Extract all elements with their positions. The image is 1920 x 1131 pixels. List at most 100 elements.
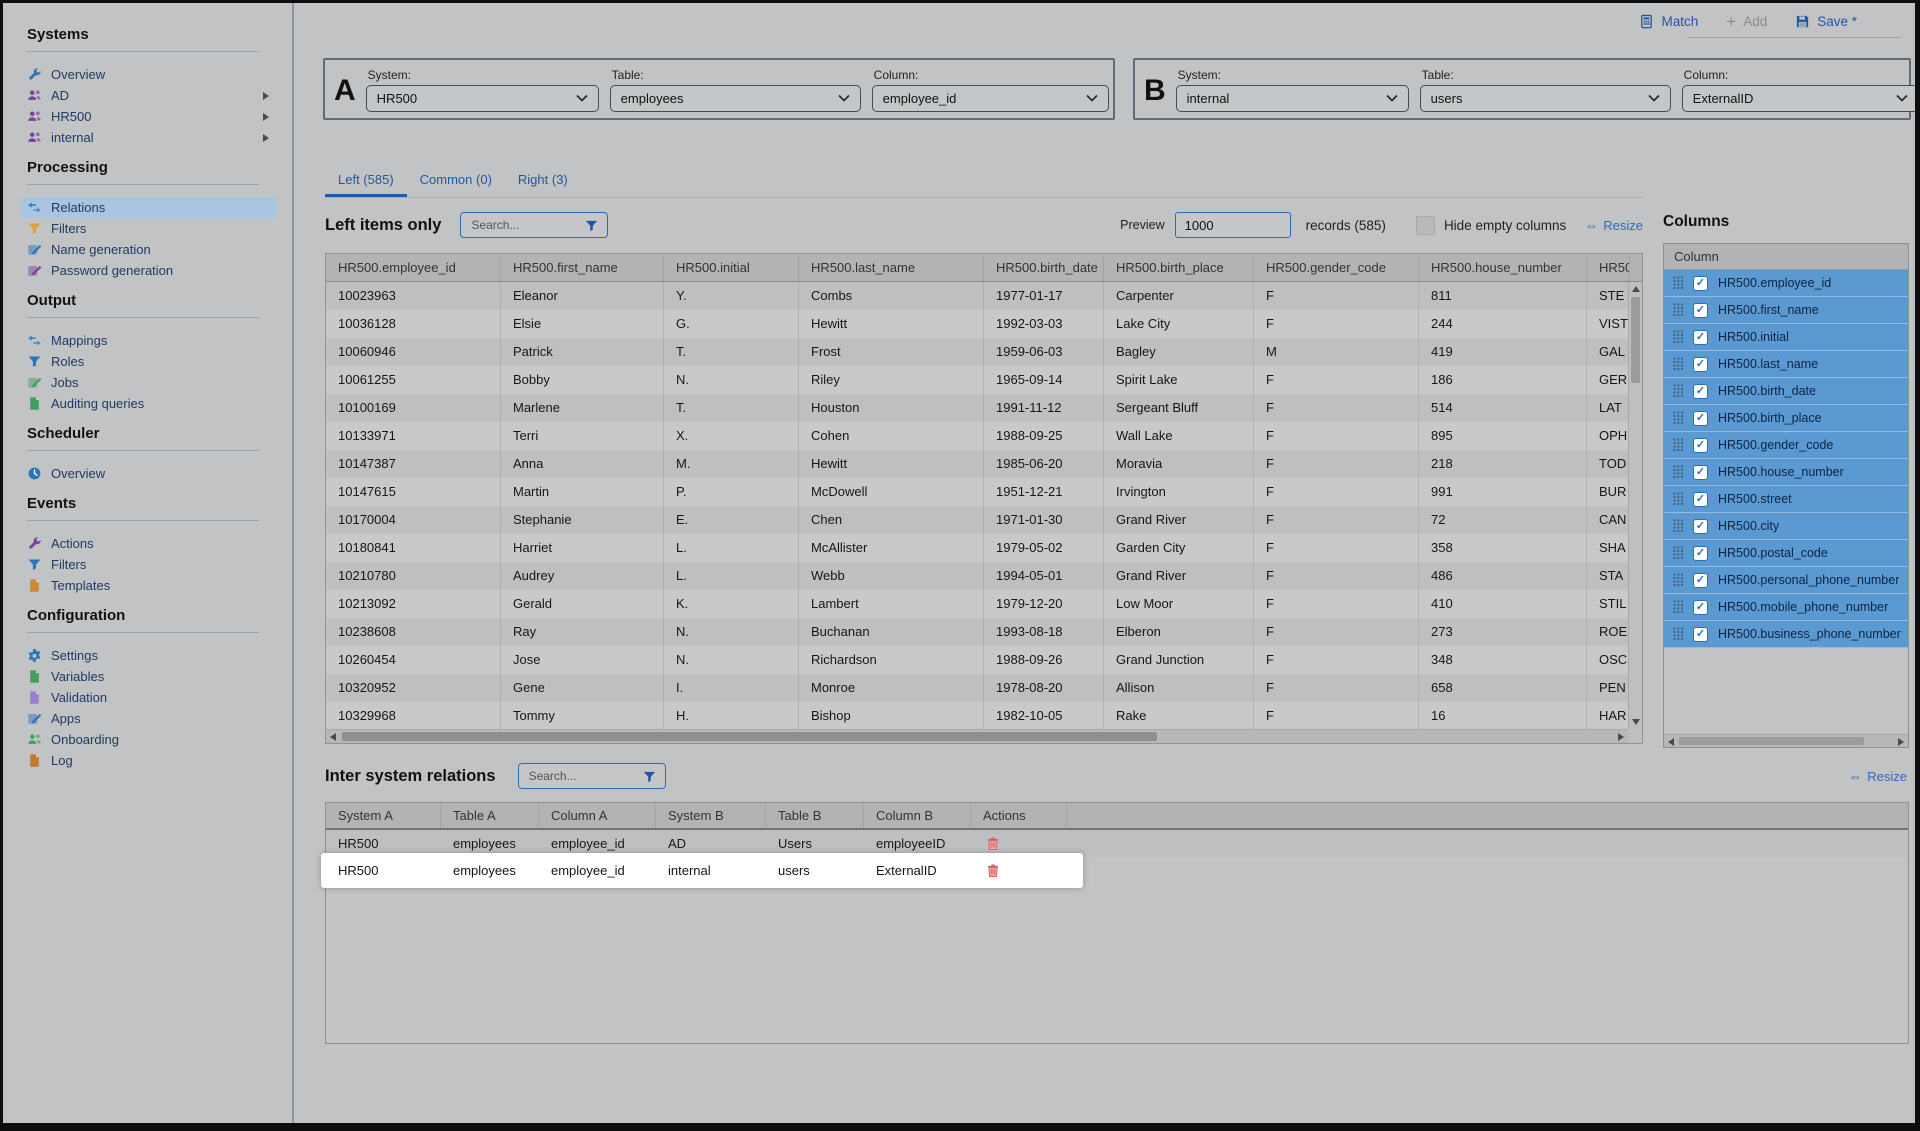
table-row[interactable]: 10100169MarleneT.Houston1991-11-12Sergea… <box>326 394 1628 422</box>
column-item-hr500-mobile-phone-number[interactable]: ✓HR500.mobile_phone_number <box>1664 594 1908 621</box>
column-header-hr500-initial[interactable]: HR500.initial <box>664 254 799 281</box>
column-header-hr500-last-name[interactable]: HR500.last_name <box>799 254 984 281</box>
checkbox-checked[interactable]: ✓ <box>1693 519 1708 534</box>
column-b-select[interactable]: ExternalID <box>1682 85 1919 112</box>
relations-search[interactable] <box>518 763 666 789</box>
table-row[interactable]: 10036128ElsieG.Hewitt1992-03-03Lake City… <box>326 310 1628 338</box>
table-row[interactable]: 10061255BobbyN.Riley1965-09-14Spirit Lak… <box>326 366 1628 394</box>
column-item-hr500-gender-code[interactable]: ✓HR500.gender_code <box>1664 432 1908 459</box>
sidebar-item-roles[interactable]: Roles <box>21 351 277 372</box>
hide-empty-checkbox[interactable] <box>1416 216 1435 235</box>
column-a-select[interactable]: employee_id <box>872 85 1109 112</box>
column-item-hr500-house-number[interactable]: ✓HR500.house_number <box>1664 459 1908 486</box>
column-header-hr500-birth-date[interactable]: HR500.birth_date <box>984 254 1104 281</box>
column-header-hr500-employee-id[interactable]: HR500.employee_id <box>326 254 501 281</box>
sidebar-item-jobs[interactable]: Jobs <box>21 372 277 393</box>
checkbox-checked[interactable]: ✓ <box>1693 330 1708 345</box>
checkbox-checked[interactable]: ✓ <box>1693 411 1708 426</box>
match-button[interactable]: Match <box>1639 14 1698 29</box>
sidebar-item-relations[interactable]: Relations <box>21 197 277 218</box>
sidebar-item-settings[interactable]: Settings <box>21 645 277 666</box>
column-item-hr500-postal-code[interactable]: ✓HR500.postal_code <box>1664 540 1908 567</box>
checkbox-checked[interactable]: ✓ <box>1693 600 1708 615</box>
table-row[interactable]: 10260454JoseN.Richardson1988-09-26Grand … <box>326 646 1628 674</box>
tab-right-3[interactable]: Right (3) <box>505 163 581 197</box>
table-a-select[interactable]: employees <box>610 85 861 112</box>
column-header-hr500-birth-place[interactable]: HR500.birth_place <box>1104 254 1254 281</box>
table-row[interactable]: 10170004StephanieE.Chen1971-01-30Grand R… <box>326 506 1628 534</box>
checkbox-checked[interactable]: ✓ <box>1693 303 1708 318</box>
column-item-hr500-business-phone-number[interactable]: ✓HR500.business_phone_number <box>1664 621 1908 648</box>
tab-common-0[interactable]: Common (0) <box>407 163 505 197</box>
columns-horizontal-scrollbar[interactable] <box>1664 734 1908 747</box>
sidebar-item-variables[interactable]: Variables <box>21 666 277 687</box>
vertical-scroll-thumb[interactable] <box>1631 297 1640 383</box>
sidebar-item-validation[interactable]: Validation <box>21 687 277 708</box>
checkbox-checked[interactable]: ✓ <box>1693 276 1708 291</box>
tab-left-585[interactable]: Left (585) <box>325 163 407 197</box>
sidebar-item-ad[interactable]: AD <box>21 85 277 106</box>
sidebar-item-overview[interactable]: Overview <box>21 64 277 85</box>
column-header-hr500-house-number[interactable]: HR500.house_number <box>1419 254 1587 281</box>
sidebar-item-hr500[interactable]: HR500 <box>21 106 277 127</box>
table-row[interactable]: 10147387AnnaM.Hewitt1985-06-20MoraviaF21… <box>326 450 1628 478</box>
scroll-down-arrow[interactable] <box>1632 719 1640 725</box>
column-item-hr500-birth-place[interactable]: ✓HR500.birth_place <box>1664 405 1908 432</box>
left-items-search[interactable] <box>460 212 608 238</box>
column-header-hr500-first-name[interactable]: HR500.first_name <box>501 254 664 281</box>
table-row[interactable]: 10320952GeneI.Monroe1978-08-20AllisonF65… <box>326 674 1628 702</box>
column-item-hr500-personal-phone-number[interactable]: ✓HR500.personal_phone_number <box>1664 567 1908 594</box>
column-item-hr500-employee-id[interactable]: ✓HR500.employee_id <box>1664 270 1908 297</box>
sidebar-item-overview[interactable]: Overview <box>21 463 277 484</box>
sidebar-item-filters[interactable]: Filters <box>21 218 277 239</box>
preview-count-input[interactable] <box>1175 212 1291 238</box>
delete-relation-button[interactable] <box>986 863 1000 878</box>
table-row[interactable]: 10329968TommyH.Bishop1982-10-05RakeF16HA… <box>326 702 1628 729</box>
checkbox-checked[interactable]: ✓ <box>1693 438 1708 453</box>
column-header-hr500-street[interactable]: HR500.street <box>1587 254 1630 281</box>
column-item-hr500-last-name[interactable]: ✓HR500.last_name <box>1664 351 1908 378</box>
checkbox-checked[interactable]: ✓ <box>1693 492 1708 507</box>
save-button[interactable]: Save * <box>1795 14 1857 29</box>
sidebar-item-mappings[interactable]: Mappings <box>21 330 277 351</box>
relation-row[interactable]: HR500employeesemployee_idADUsersemployee… <box>326 830 1908 857</box>
system-b-select[interactable]: internal <box>1176 85 1409 112</box>
relation-row[interactable]: HR500employeesemployee_idinternalusersEx… <box>326 857 1908 884</box>
sidebar-item-onboarding[interactable]: Onboarding <box>21 729 277 750</box>
horizontal-scroll-thumb[interactable] <box>342 732 1157 741</box>
scroll-right-arrow[interactable] <box>1618 733 1624 741</box>
scroll-right-arrow[interactable] <box>1898 738 1904 746</box>
table-b-select[interactable]: users <box>1420 85 1671 112</box>
checkbox-checked[interactable]: ✓ <box>1693 546 1708 561</box>
table-row[interactable]: 10147615MartinP.McDowell1951-12-21Irving… <box>326 478 1628 506</box>
table-row[interactable]: 10060946PatrickT.Frost1959-06-03BagleyM4… <box>326 338 1628 366</box>
table-row[interactable]: 10180841HarrietL.McAllister1979-05-02Gar… <box>326 534 1628 562</box>
column-header-hr500-gender-code[interactable]: HR500.gender_code <box>1254 254 1419 281</box>
sidebar-item-actions[interactable]: Actions <box>21 533 277 554</box>
column-item-hr500-street[interactable]: ✓HR500.street <box>1664 486 1908 513</box>
checkbox-checked[interactable]: ✓ <box>1693 465 1708 480</box>
sidebar-item-apps[interactable]: Apps <box>21 708 277 729</box>
sidebar-item-auditing-queries[interactable]: Auditing queries <box>21 393 277 414</box>
sidebar-item-filters[interactable]: Filters <box>21 554 277 575</box>
delete-relation-button[interactable] <box>986 836 1000 851</box>
horizontal-scrollbar[interactable] <box>326 729 1628 743</box>
table-row[interactable]: 10133971TerriX.Cohen1988-09-25Wall LakeF… <box>326 422 1628 450</box>
table-row[interactable]: 10210780AudreyL.Webb1994-05-01Grand Rive… <box>326 562 1628 590</box>
system-a-select[interactable]: HR500 <box>366 85 599 112</box>
columns-scroll-thumb[interactable] <box>1679 737 1864 745</box>
sidebar-item-password-generation[interactable]: Password generation <box>21 260 277 281</box>
checkbox-checked[interactable]: ✓ <box>1693 357 1708 372</box>
checkbox-checked[interactable]: ✓ <box>1693 573 1708 588</box>
table-row[interactable]: 10023963EleanorY.Combs1977-01-17Carpente… <box>326 282 1628 310</box>
add-button[interactable]: + Add <box>1726 13 1767 30</box>
table-row[interactable]: 10238608RayN.Buchanan1993-08-18ElberonF2… <box>326 618 1628 646</box>
column-item-hr500-birth-date[interactable]: ✓HR500.birth_date <box>1664 378 1908 405</box>
scroll-up-arrow[interactable] <box>1632 286 1640 292</box>
checkbox-checked[interactable]: ✓ <box>1693 627 1708 642</box>
column-item-hr500-first-name[interactable]: ✓HR500.first_name <box>1664 297 1908 324</box>
scroll-left-arrow[interactable] <box>330 733 336 741</box>
relations-resize-link[interactable]: ⇔ Resize <box>1848 769 1907 784</box>
checkbox-checked[interactable]: ✓ <box>1693 384 1708 399</box>
resize-link[interactable]: ⇔ Resize <box>1584 218 1643 233</box>
